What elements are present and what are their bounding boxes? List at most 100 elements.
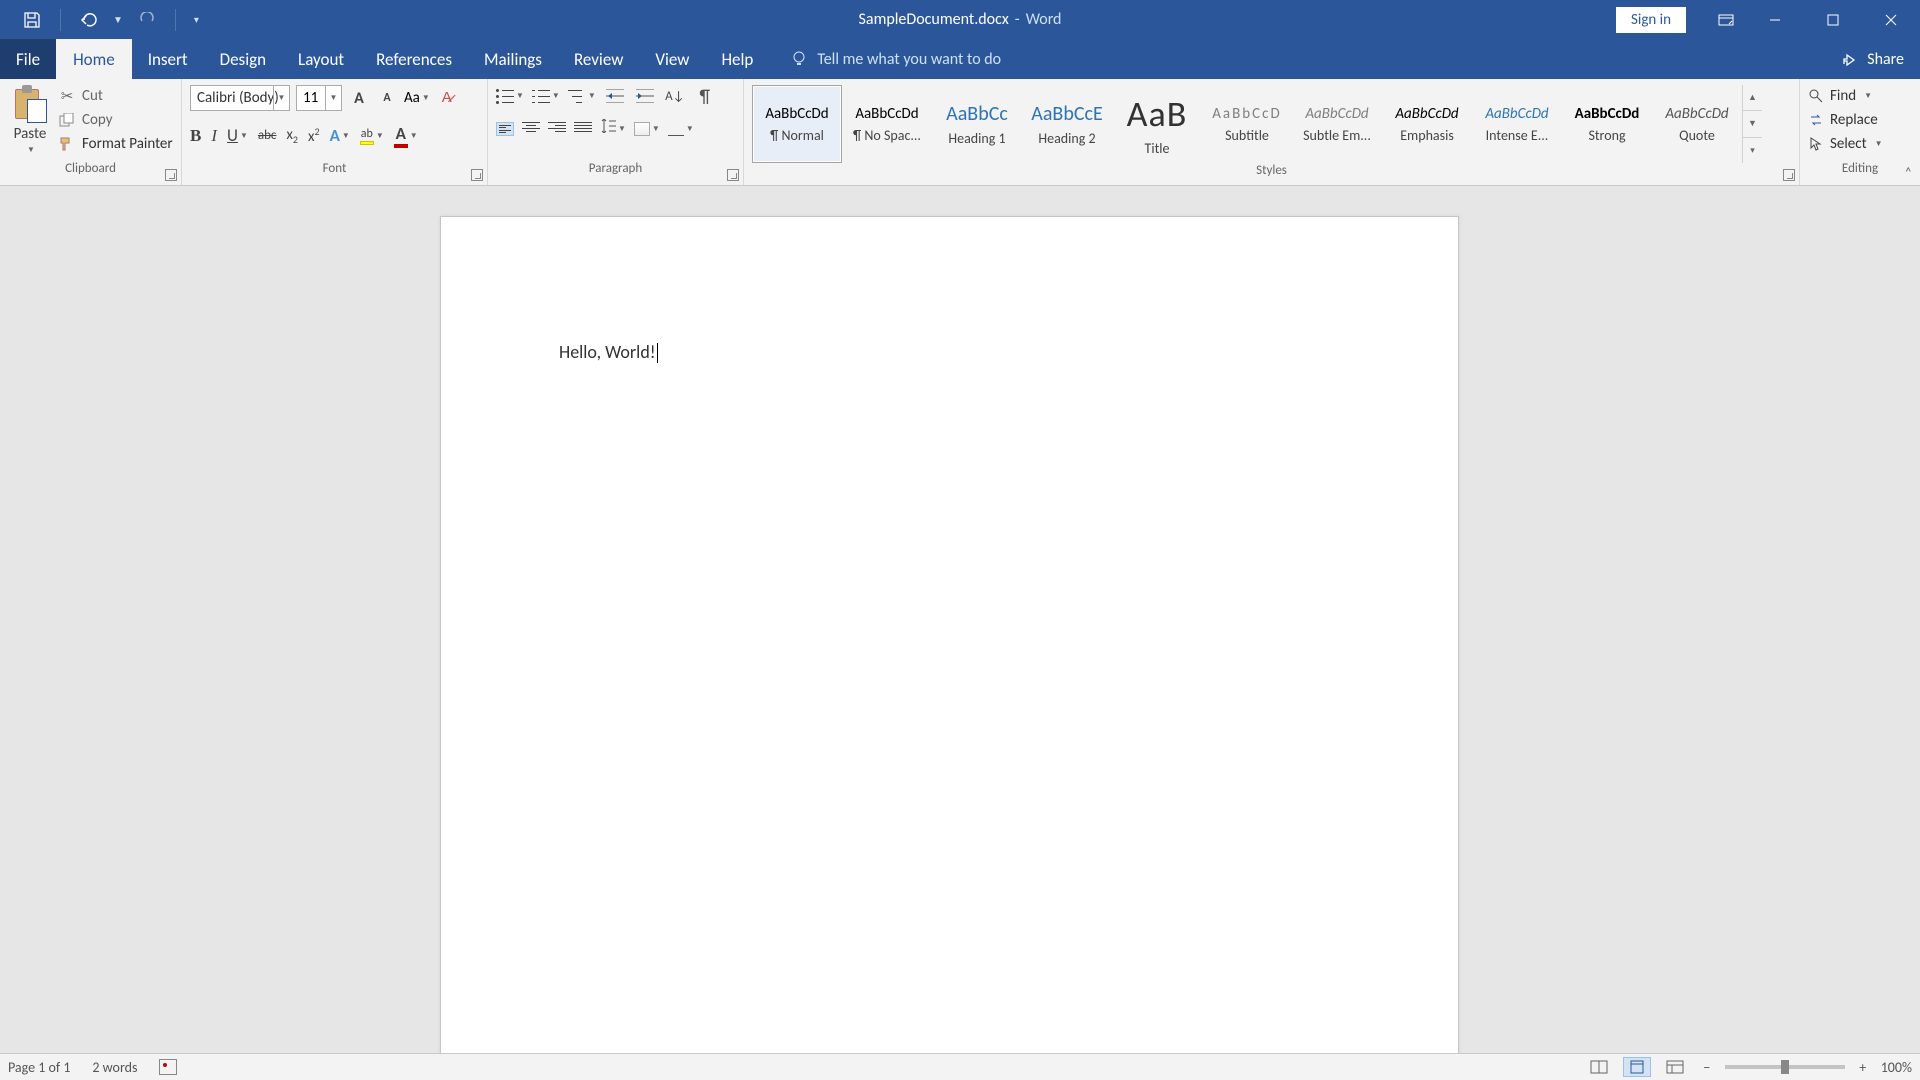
align-justify-button[interactable] <box>574 122 592 136</box>
document-area[interactable]: Hello, World! <box>0 186 1920 1053</box>
web-layout-icon[interactable] <box>1661 1057 1689 1077</box>
font-name-dropdown-icon[interactable]: ▼ <box>273 86 289 110</box>
decrease-indent-icon[interactable] <box>604 85 626 107</box>
bold-button[interactable]: B <box>190 126 201 146</box>
select-dropdown-icon[interactable]: ▼ <box>1875 139 1883 149</box>
tab-review[interactable]: Review <box>558 39 639 79</box>
tab-help[interactable]: Help <box>705 39 769 79</box>
style-subtle-emphasis[interactable]: AaBbCcDd Subtle Em... <box>1292 85 1382 163</box>
tab-layout[interactable]: Layout <box>282 39 360 79</box>
style-heading-2[interactable]: AaBbCcE Heading 2 <box>1022 85 1112 163</box>
style-normal[interactable]: AaBbCcDd ¶ Normal <box>752 85 842 163</box>
style-emphasis[interactable]: AaBbCcDd Emphasis <box>1382 85 1472 163</box>
document-text[interactable]: Hello, World! <box>559 341 656 363</box>
grow-font-icon[interactable]: A <box>348 87 370 109</box>
find-button[interactable]: Find ▼ <box>1808 87 1883 105</box>
ribbon-display-options-icon[interactable] <box>1706 0 1746 39</box>
change-case-button[interactable]: Aa▼ <box>404 89 430 107</box>
redo-icon[interactable] <box>137 10 157 30</box>
zoom-in-icon[interactable]: + <box>1855 1059 1871 1076</box>
style-title[interactable]: AaB Title <box>1112 85 1202 163</box>
maximize-icon[interactable] <box>1804 0 1862 39</box>
minimize-icon[interactable] <box>1746 0 1804 39</box>
text-effects-button[interactable]: A▼ <box>330 125 350 146</box>
styles-more-icon[interactable]: ▾ <box>1743 138 1762 163</box>
zoom-out-icon[interactable]: − <box>1699 1059 1715 1076</box>
style-no-spacing[interactable]: AaBbCcDd ¶ No Spac... <box>842 85 932 163</box>
superscript-button[interactable]: x2 <box>308 125 320 146</box>
style-subtitle[interactable]: AaBbCcD Subtitle <box>1202 85 1292 163</box>
italic-button[interactable]: I <box>211 126 217 146</box>
undo-dropdown-icon[interactable]: ▼ <box>113 13 123 26</box>
numbering-button[interactable]: ▼ <box>532 88 560 104</box>
sign-in-button[interactable]: Sign in <box>1616 7 1686 33</box>
replace-button[interactable]: Replace <box>1808 111 1883 129</box>
format-painter-button[interactable]: Format Painter <box>58 135 173 153</box>
select-button[interactable]: Select ▼ <box>1808 135 1883 153</box>
save-icon[interactable] <box>22 10 42 30</box>
copy-button[interactable]: Copy <box>58 111 173 129</box>
style-strong[interactable]: AaBbCcDd Strong <box>1562 85 1652 163</box>
page[interactable]: Hello, World! <box>440 216 1459 1053</box>
zoom-slider-thumb[interactable] <box>1781 1060 1789 1074</box>
tab-insert[interactable]: Insert <box>132 39 204 79</box>
align-right-button[interactable] <box>548 122 566 136</box>
styles-scroll-up-icon[interactable]: ▲ <box>1743 85 1762 111</box>
clear-formatting-icon[interactable]: A̷ <box>436 87 458 109</box>
zoom-slider[interactable] <box>1725 1065 1845 1069</box>
increase-indent-icon[interactable] <box>634 85 656 107</box>
strikethrough-button[interactable]: abc <box>258 128 277 143</box>
style-intense-emphasis[interactable]: AaBbCcDd Intense E... <box>1472 85 1562 163</box>
tab-file[interactable]: File <box>0 39 56 79</box>
borders-button[interactable]: ▼ <box>668 122 694 136</box>
style-quote[interactable]: AaBbCcDd Quote <box>1652 85 1742 163</box>
read-mode-icon[interactable] <box>1585 1057 1613 1077</box>
font-size-combo[interactable]: 11 ▼ <box>296 85 342 111</box>
bullets-icon <box>496 88 514 104</box>
font-size-dropdown-icon[interactable]: ▼ <box>325 86 341 110</box>
shrink-font-icon[interactable]: A <box>376 87 398 109</box>
font-name-combo[interactable]: Calibri (Body) ▼ <box>190 85 290 111</box>
highlight-color-button[interactable]: ab ▼ <box>360 127 384 145</box>
line-spacing-button[interactable]: ▼ <box>600 119 626 138</box>
paste-dropdown-icon[interactable]: ▼ <box>27 145 35 155</box>
style-heading-1[interactable]: AaBbCc Heading 1 <box>932 85 1022 163</box>
tab-home[interactable]: Home <box>56 39 132 79</box>
subscript-button[interactable]: x2 <box>286 126 298 146</box>
share-area[interactable]: Share <box>1841 39 1920 79</box>
undo-icon[interactable] <box>79 10 99 30</box>
zoom-level[interactable]: 100% <box>1881 1059 1912 1076</box>
page-content[interactable]: Hello, World! <box>441 217 1458 487</box>
show-paragraph-marks-icon[interactable]: ¶ <box>694 85 716 107</box>
font-dialog-launcher-icon[interactable] <box>471 169 483 181</box>
tell-me-search[interactable]: Tell me what you want to do <box>769 39 1001 79</box>
close-icon[interactable] <box>1862 0 1920 39</box>
find-icon <box>1808 88 1824 104</box>
shading-button[interactable]: ▼ <box>634 122 660 136</box>
status-words[interactable]: 2 words <box>92 1059 137 1076</box>
macro-recording-icon[interactable] <box>159 1059 177 1075</box>
font-color-button[interactable]: A ▼ <box>394 123 418 148</box>
multilevel-list-button[interactable]: ▼ <box>568 88 596 104</box>
collapse-ribbon-icon[interactable]: ˄ <box>1904 164 1912 181</box>
tab-references[interactable]: References <box>360 39 468 79</box>
styles-dialog-launcher-icon[interactable] <box>1783 169 1795 181</box>
bullets-button[interactable]: ▼ <box>496 88 524 104</box>
status-page[interactable]: Page 1 of 1 <box>8 1059 70 1076</box>
print-layout-icon[interactable] <box>1623 1057 1651 1077</box>
align-center-button[interactable] <box>522 122 540 136</box>
find-dropdown-icon[interactable]: ▼ <box>1864 91 1872 101</box>
tab-design[interactable]: Design <box>204 39 282 79</box>
window-title: SampleDocument.docx - Word <box>859 10 1062 29</box>
paragraph-dialog-launcher-icon[interactable] <box>727 169 739 181</box>
sort-icon[interactable]: A↓ <box>664 85 686 107</box>
tab-view[interactable]: View <box>639 39 705 79</box>
paste-button[interactable]: Paste ▼ <box>8 85 52 155</box>
clipboard-dialog-launcher-icon[interactable] <box>165 169 177 181</box>
align-left-button[interactable] <box>496 122 514 136</box>
qat-customize-icon[interactable]: ▾ <box>194 13 199 26</box>
cut-button[interactable]: ✂ Cut <box>58 87 173 105</box>
styles-scroll-down-icon[interactable]: ▼ <box>1743 111 1762 137</box>
tab-mailings[interactable]: Mailings <box>468 39 558 79</box>
underline-button[interactable]: U▼ <box>227 125 248 146</box>
